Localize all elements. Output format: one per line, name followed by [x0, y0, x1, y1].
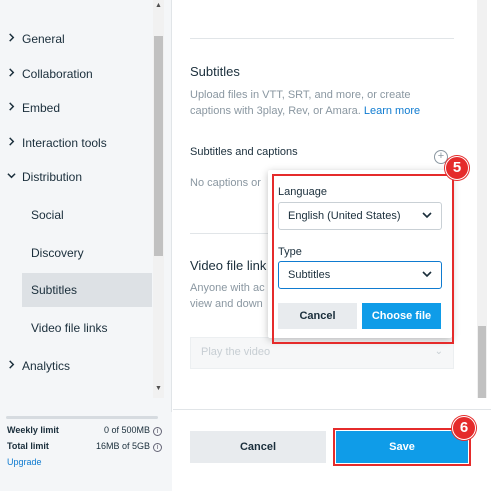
- main-scrollbar-thumb[interactable]: [478, 326, 486, 398]
- chevron-right-icon: [0, 360, 22, 372]
- settings-sidebar: General Collaboration Embed Interaction …: [0, 0, 172, 491]
- sidebar-scrollbar-thumb[interactable]: [154, 36, 163, 256]
- sidebar-item-label: Subtitles: [31, 283, 78, 297]
- scroll-up-icon[interactable]: ▲: [155, 2, 162, 9]
- footer-divider: [173, 409, 491, 410]
- step-5-badge: 5: [445, 156, 469, 180]
- cancel-button[interactable]: Cancel: [190, 431, 326, 463]
- step-6-badge: 6: [452, 416, 476, 440]
- scroll-down-icon[interactable]: ▼: [155, 385, 162, 392]
- chevron-right-icon: [0, 102, 22, 114]
- sidebar-item-social[interactable]: Social: [0, 198, 152, 232]
- chevron-down-icon: [0, 171, 22, 183]
- weekly-limit-value: 0 of 500MB: [103, 425, 150, 435]
- sidebar-item-label: Social: [31, 208, 64, 222]
- subtitles-heading: Subtitles: [190, 64, 240, 79]
- weekly-limit-row: Weekly limit 0 of 500MB i: [7, 425, 162, 436]
- total-limit-label: Total limit: [7, 441, 49, 451]
- chevron-right-icon: [0, 137, 22, 149]
- divider: [190, 38, 454, 39]
- sidebar-item-analytics[interactable]: Analytics: [0, 349, 152, 383]
- captions-heading: Subtitles and captions: [190, 146, 298, 158]
- subtitles-description: Upload files in VTT, SRT, and more, or c…: [190, 87, 440, 119]
- sidebar-item-subtitles[interactable]: Subtitles: [22, 273, 152, 307]
- sidebar-item-label: Video file links: [31, 321, 108, 335]
- popup-highlight-box: [272, 174, 454, 344]
- video-file-desc-line: Anyone with ac: [190, 282, 265, 294]
- video-file-desc-line: view and down: [190, 298, 263, 310]
- chevron-down-icon: ⌄: [434, 346, 443, 357]
- sidebar-item-discovery[interactable]: Discovery: [0, 236, 152, 270]
- sidebar-item-collaboration[interactable]: Collaboration: [0, 57, 152, 91]
- video-settings-window: General Collaboration Embed Interaction …: [0, 0, 500, 491]
- info-icon[interactable]: i: [153, 427, 162, 436]
- sidebar-item-interaction-tools[interactable]: Interaction tools: [0, 126, 152, 160]
- info-icon[interactable]: i: [153, 443, 162, 452]
- sidebar-item-distribution[interactable]: Distribution: [0, 160, 152, 194]
- total-limit-value: 16MB of 5GB: [95, 441, 150, 451]
- sidebar-item-label: General: [22, 32, 65, 46]
- no-captions-text: No captions or: [190, 177, 261, 189]
- sidebar-item-label: Collaboration: [22, 67, 93, 81]
- chevron-right-icon: [0, 33, 22, 45]
- upload-limits: Weekly limit 0 of 500MB i Total limit 16M…: [0, 412, 172, 491]
- sidebar-item-label: Embed: [22, 101, 61, 115]
- chevron-right-icon: [0, 68, 22, 80]
- play-video-placeholder: Play the video: [201, 346, 271, 358]
- plus-icon: +: [437, 150, 445, 162]
- weekly-limit-label: Weekly limit: [7, 425, 59, 435]
- sidebar-item-label: Analytics: [22, 359, 71, 373]
- upgrade-link[interactable]: Upgrade: [7, 457, 42, 467]
- video-file-links-heading: Video file link: [190, 258, 267, 273]
- save-highlight-box: [333, 428, 471, 466]
- limit-progress-bar: [6, 416, 158, 419]
- video-file-links-description: Anyone with ac view and down: [190, 280, 270, 312]
- sidebar-item-label: Interaction tools: [22, 136, 107, 150]
- learn-more-link[interactable]: Learn more: [364, 105, 420, 117]
- sidebar-item-video-file-links[interactable]: Video file links: [0, 311, 152, 345]
- sidebar-item-embed[interactable]: Embed: [0, 91, 152, 125]
- sidebar-item-general[interactable]: General: [0, 22, 152, 56]
- total-limit-row: Total limit 16MB of 5GB i: [7, 441, 162, 452]
- sidebar-item-label: Distribution: [22, 170, 83, 184]
- sidebar-item-label: Discovery: [31, 246, 84, 260]
